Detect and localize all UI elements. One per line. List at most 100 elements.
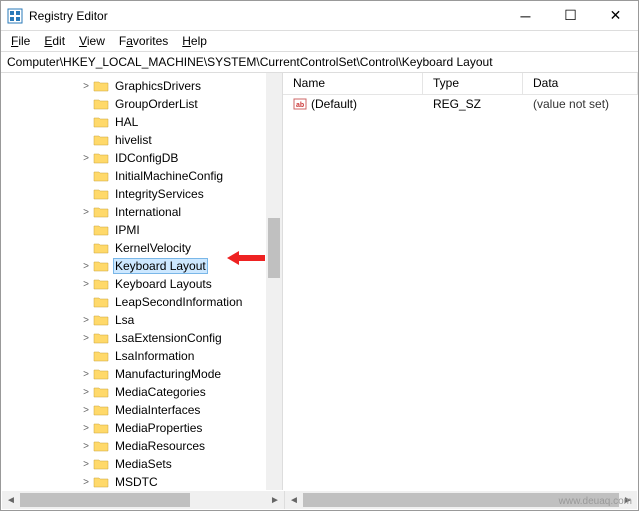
expand-icon[interactable]: > [81,405,91,416]
folder-icon [93,313,109,327]
folder-icon [93,205,109,219]
tree-item[interactable]: > International [1,203,282,221]
tree-item[interactable]: >MediaResources [1,437,282,455]
menubar: File Edit View Favorites Help [1,31,638,51]
tree-item-label: LsaExtensionConfig [113,331,224,345]
folder-icon [93,295,109,309]
folder-icon [93,241,109,255]
folder-icon [93,187,109,201]
tree-item[interactable]: LeapSecondInformation [1,293,282,311]
tree-item-label: IDConfigDB [113,151,180,165]
tree-item[interactable]: InitialMachineConfig [1,167,282,185]
expand-icon[interactable]: > [81,423,91,434]
expand-icon[interactable]: > [81,333,91,344]
close-button[interactable]: ✕ [593,1,638,30]
column-headers: Name Type Data [283,73,638,95]
tree-item-label: Lsa [113,313,136,327]
folder-icon [93,331,109,345]
tree-item[interactable]: > GraphicsDrivers [1,77,282,95]
tree-item-label: HAL [113,115,140,129]
menu-view[interactable]: View [73,32,111,50]
column-header-type[interactable]: Type [423,73,523,94]
expand-icon[interactable]: > [81,459,91,470]
tree-item-label: IPMI [113,223,142,237]
folder-icon [93,403,109,417]
tree-item[interactable]: > LsaExtensionConfig [1,329,282,347]
expand-icon[interactable]: > [81,477,91,488]
value-name: (Default) [311,97,357,111]
tree-item-label: GroupOrderList [113,97,200,111]
tree-item-label: GraphicsDrivers [113,79,203,93]
tree-pane: > GraphicsDrivers GroupOrderList HAL hivelis… [1,73,283,490]
tree-item[interactable]: >MediaCategories [1,383,282,401]
expand-icon[interactable]: > [81,441,91,452]
tree-item-label: International [113,205,183,219]
tree-item-label: Keyboard Layout [113,258,208,274]
titlebar: Registry Editor ─ ☐ ✕ [1,1,638,31]
expand-icon[interactable]: > [81,387,91,398]
folder-icon [93,367,109,381]
tree-item-label: MediaSets [113,457,174,471]
value-data: (value not set) [523,97,638,111]
minimize-button[interactable]: ─ [503,1,548,30]
folder-icon [93,439,109,453]
tree-item[interactable]: > Lsa [1,311,282,329]
tree-item[interactable]: LsaInformation [1,347,282,365]
expand-icon[interactable]: > [81,279,91,290]
tree-item[interactable]: HAL [1,113,282,131]
column-header-name[interactable]: Name [283,73,423,94]
tree-item[interactable]: hivelist [1,131,282,149]
value-type: REG_SZ [423,97,523,111]
tree-item-label: InitialMachineConfig [113,169,225,183]
menu-edit[interactable]: Edit [38,32,71,50]
folder-icon [93,475,109,489]
folder-icon [93,223,109,237]
scroll-right-icon[interactable]: ► [266,491,284,509]
address-bar[interactable]: Computer\HKEY_LOCAL_MACHINE\SYSTEM\Curre… [1,51,638,73]
tree-item[interactable]: >MediaProperties [1,419,282,437]
folder-icon [93,115,109,129]
tree-vertical-scrollbar[interactable] [266,73,282,490]
maximize-button[interactable]: ☐ [548,1,593,30]
folder-icon [93,421,109,435]
folder-icon [93,385,109,399]
tree-item[interactable]: > Keyboard Layouts [1,275,282,293]
regedit-icon [7,8,23,24]
tree-item[interactable]: >MSDTC [1,473,282,490]
expand-icon[interactable]: > [81,369,91,380]
expand-icon[interactable]: > [81,207,91,218]
folder-icon [93,97,109,111]
tree-item[interactable]: >ManufacturingMode [1,365,282,383]
tree-item[interactable]: IntegrityServices [1,185,282,203]
expand-icon[interactable]: > [81,261,91,272]
scrollbar-thumb[interactable] [20,493,190,507]
tree-item-label: Keyboard Layouts [113,277,214,291]
tree-item[interactable]: > MediaSets [1,455,282,473]
tree-item-label: LsaInformation [113,349,196,363]
expand-icon[interactable]: > [81,81,91,92]
folder-icon [93,133,109,147]
tree-item[interactable]: IPMI [1,221,282,239]
folder-icon [93,259,109,273]
folder-icon [93,457,109,471]
tree-horizontal-scrollbar[interactable]: ◄ ► [2,491,284,509]
folder-icon [93,169,109,183]
expand-icon[interactable]: > [81,315,91,326]
tree-item[interactable]: GroupOrderList [1,95,282,113]
folder-icon [93,349,109,363]
menu-help[interactable]: Help [176,32,213,50]
menu-favorites[interactable]: Favorites [113,32,174,50]
scroll-left-icon[interactable]: ◄ [2,491,20,509]
tree-item[interactable]: KernelVelocity [1,239,282,257]
scrollbar-thumb[interactable] [268,218,280,278]
column-header-data[interactable]: Data [523,73,638,94]
folder-icon [93,151,109,165]
value-row[interactable]: ab (Default) REG_SZ(value not set) [283,95,638,113]
menu-file[interactable]: File [5,32,36,50]
tree-item[interactable]: > IDConfigDB [1,149,282,167]
expand-icon[interactable]: > [81,153,91,164]
scroll-left-icon[interactable]: ◄ [285,491,303,509]
tree-item[interactable]: > Keyboard Layout [1,257,282,275]
svg-text:ab: ab [296,102,304,109]
tree-item[interactable]: >MediaInterfaces [1,401,282,419]
